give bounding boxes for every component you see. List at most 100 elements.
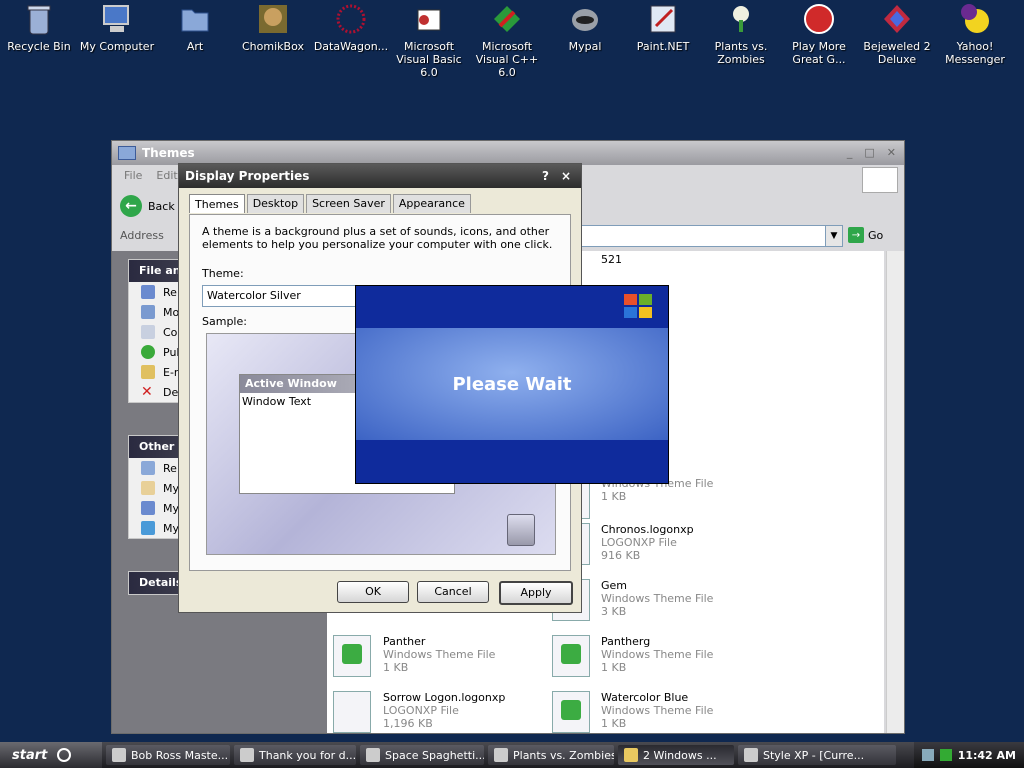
logonxp-file-icon — [333, 691, 371, 733]
email-icon — [141, 365, 155, 379]
desktop-icon-plants-vs-zombies[interactable]: Plants vs. Zombies — [702, 2, 780, 66]
maximize-button[interactable]: □ — [864, 146, 874, 159]
taskbar-item[interactable]: Style XP - [Curre... — [738, 745, 896, 765]
file-item[interactable]: Panther Windows Theme File 1 KB — [333, 633, 543, 681]
go-button[interactable]: → Go — [848, 227, 883, 243]
theme-label: Theme: — [202, 267, 244, 280]
dialog-controls: ? × — [542, 169, 571, 183]
visual-basic-icon — [412, 2, 446, 36]
minimize-button[interactable]: _ — [847, 146, 853, 159]
recycle-bin-icon — [22, 2, 56, 36]
desktop-icon-chomikbox[interactable]: ChomikBox — [234, 2, 312, 53]
app-icon — [744, 748, 758, 762]
folder-icon — [178, 2, 212, 36]
file-item[interactable]: Watercolor Blue Windows Theme File 1 KB — [552, 689, 762, 737]
publish-icon — [141, 345, 155, 359]
delete-icon: ✕ — [141, 384, 153, 400]
apply-button[interactable]: Apply — [499, 581, 573, 605]
desktop-icon-paint-net[interactable]: Paint.NET — [624, 2, 702, 53]
bejeweled-icon — [880, 2, 914, 36]
toolbar: ← Back — [120, 195, 175, 217]
tray-icon[interactable] — [921, 749, 934, 761]
tab-screen-saver[interactable]: Screen Saver — [306, 194, 391, 213]
desktop-icon-art[interactable]: Art — [156, 2, 234, 53]
desktop-icon-datawagon[interactable]: DataWagon... — [312, 2, 390, 53]
file-item[interactable]: Sorrow Logon.logonxp LOGONXP File 1,196 KB — [333, 689, 543, 737]
close-button[interactable]: ✕ — [887, 146, 896, 159]
chomikbox-icon — [256, 2, 290, 36]
rename-icon — [141, 285, 155, 299]
themes-window-titlebar[interactable]: Themes — [112, 141, 904, 165]
dialog-close-button[interactable]: × — [561, 169, 571, 183]
theme-file-icon — [552, 635, 590, 677]
tab-themes[interactable]: Themes — [189, 194, 245, 213]
start-button[interactable]: start — [0, 742, 102, 768]
dialog-titlebar[interactable]: Display Properties — [179, 164, 581, 188]
desktop-icon-my-computer[interactable]: My Computer — [78, 2, 156, 53]
menu-edit[interactable]: Edit — [156, 169, 177, 182]
folder-icon — [118, 146, 136, 160]
taskbar-item[interactable]: Space Spaghetti... — [360, 745, 484, 765]
taskbar-item[interactable]: Plants vs. Zombies — [488, 745, 614, 765]
visual-cpp-icon — [490, 2, 524, 36]
file-item[interactable]: Chronos.logonxp LOGONXP File 916 KB — [552, 521, 762, 569]
yahoo-messenger-icon — [958, 2, 992, 36]
ok-button[interactable]: OK — [337, 581, 409, 603]
taskbar-item-active[interactable]: 2 Windows ... — [618, 745, 734, 765]
go-arrow-icon: → — [848, 227, 864, 243]
tray-icon[interactable] — [939, 749, 952, 761]
mypal-icon — [568, 2, 602, 36]
move-icon — [141, 305, 155, 319]
help-button[interactable]: ? — [542, 169, 549, 183]
address-label: Address — [120, 229, 164, 242]
taskbar-item[interactable]: Thank you for d... — [234, 745, 356, 765]
app-icon — [366, 748, 380, 762]
desktop-icon-bejeweled[interactable]: Bejeweled 2 Deluxe — [858, 2, 936, 66]
menu-file[interactable]: File — [124, 169, 142, 182]
system-tray: 11:42 AM — [913, 742, 1024, 768]
windows-logo-icon — [57, 748, 72, 762]
paint-net-icon — [646, 2, 680, 36]
theme-file-icon — [552, 691, 590, 733]
clock[interactable]: 11:42 AM — [958, 749, 1016, 762]
please-wait-splash: Please Wait — [355, 285, 669, 484]
tab-desktop[interactable]: Desktop — [246, 194, 305, 213]
folder-icon — [624, 748, 638, 762]
datawagon-icon — [334, 2, 368, 36]
popcap-icon — [802, 2, 836, 36]
desktop-icon-visual-cpp[interactable]: Microsoft Visual C++ 6.0 — [468, 2, 546, 79]
desktop-icon-popcap[interactable]: Play More Great G... — [780, 2, 858, 66]
splash-bottom-band — [356, 440, 668, 483]
splash-message: Please Wait — [356, 328, 668, 440]
app-icon — [112, 748, 126, 762]
my-network-icon — [141, 521, 155, 535]
desktop-icon-recycle-bin[interactable]: Recycle Bin — [0, 2, 78, 53]
file-item[interactable]: Pantherg Windows Theme File 1 KB — [552, 633, 762, 681]
themes-window-title: Themes — [142, 146, 195, 160]
windows-flag-icon — [624, 294, 654, 320]
my-documents-icon — [141, 481, 155, 495]
desktop-icon-yahoo-messenger[interactable]: Yahoo! Messenger — [936, 2, 1014, 66]
vertical-scrollbar[interactable] — [886, 251, 904, 733]
desktop-icon-mypal[interactable]: Mypal — [546, 2, 624, 53]
address-input[interactable] — [577, 225, 841, 247]
app-icon — [494, 748, 508, 762]
taskbar-item[interactable]: Bob Ross Maste... — [106, 745, 230, 765]
back-button-label[interactable]: Back — [148, 200, 175, 213]
themes-window-controls: _ □ ✕ — [847, 146, 896, 159]
my-computer-icon — [141, 501, 155, 515]
back-arrow-icon[interactable]: ← — [120, 195, 142, 217]
tab-appearance[interactable]: Appearance — [392, 194, 471, 213]
dialog-title: Display Properties — [185, 169, 310, 183]
address-dropdown-icon[interactable]: ▼ — [825, 225, 843, 247]
splash-top-band — [356, 286, 668, 328]
file-item[interactable]: Gem Windows Theme File 3 KB — [552, 577, 762, 625]
taskbar: start Bob Ross Maste... Thank you for d.… — [0, 742, 1024, 768]
theme-description: A theme is a background plus a set of so… — [202, 225, 553, 251]
go-label: Go — [868, 228, 884, 242]
desktop-icon-visual-basic[interactable]: Microsoft Visual Basic 6.0 — [390, 2, 468, 79]
recycle-bin-icon — [507, 514, 535, 546]
windows-logo-icon — [862, 167, 898, 193]
cancel-button[interactable]: Cancel — [417, 581, 489, 603]
theme-file-icon — [333, 635, 371, 677]
